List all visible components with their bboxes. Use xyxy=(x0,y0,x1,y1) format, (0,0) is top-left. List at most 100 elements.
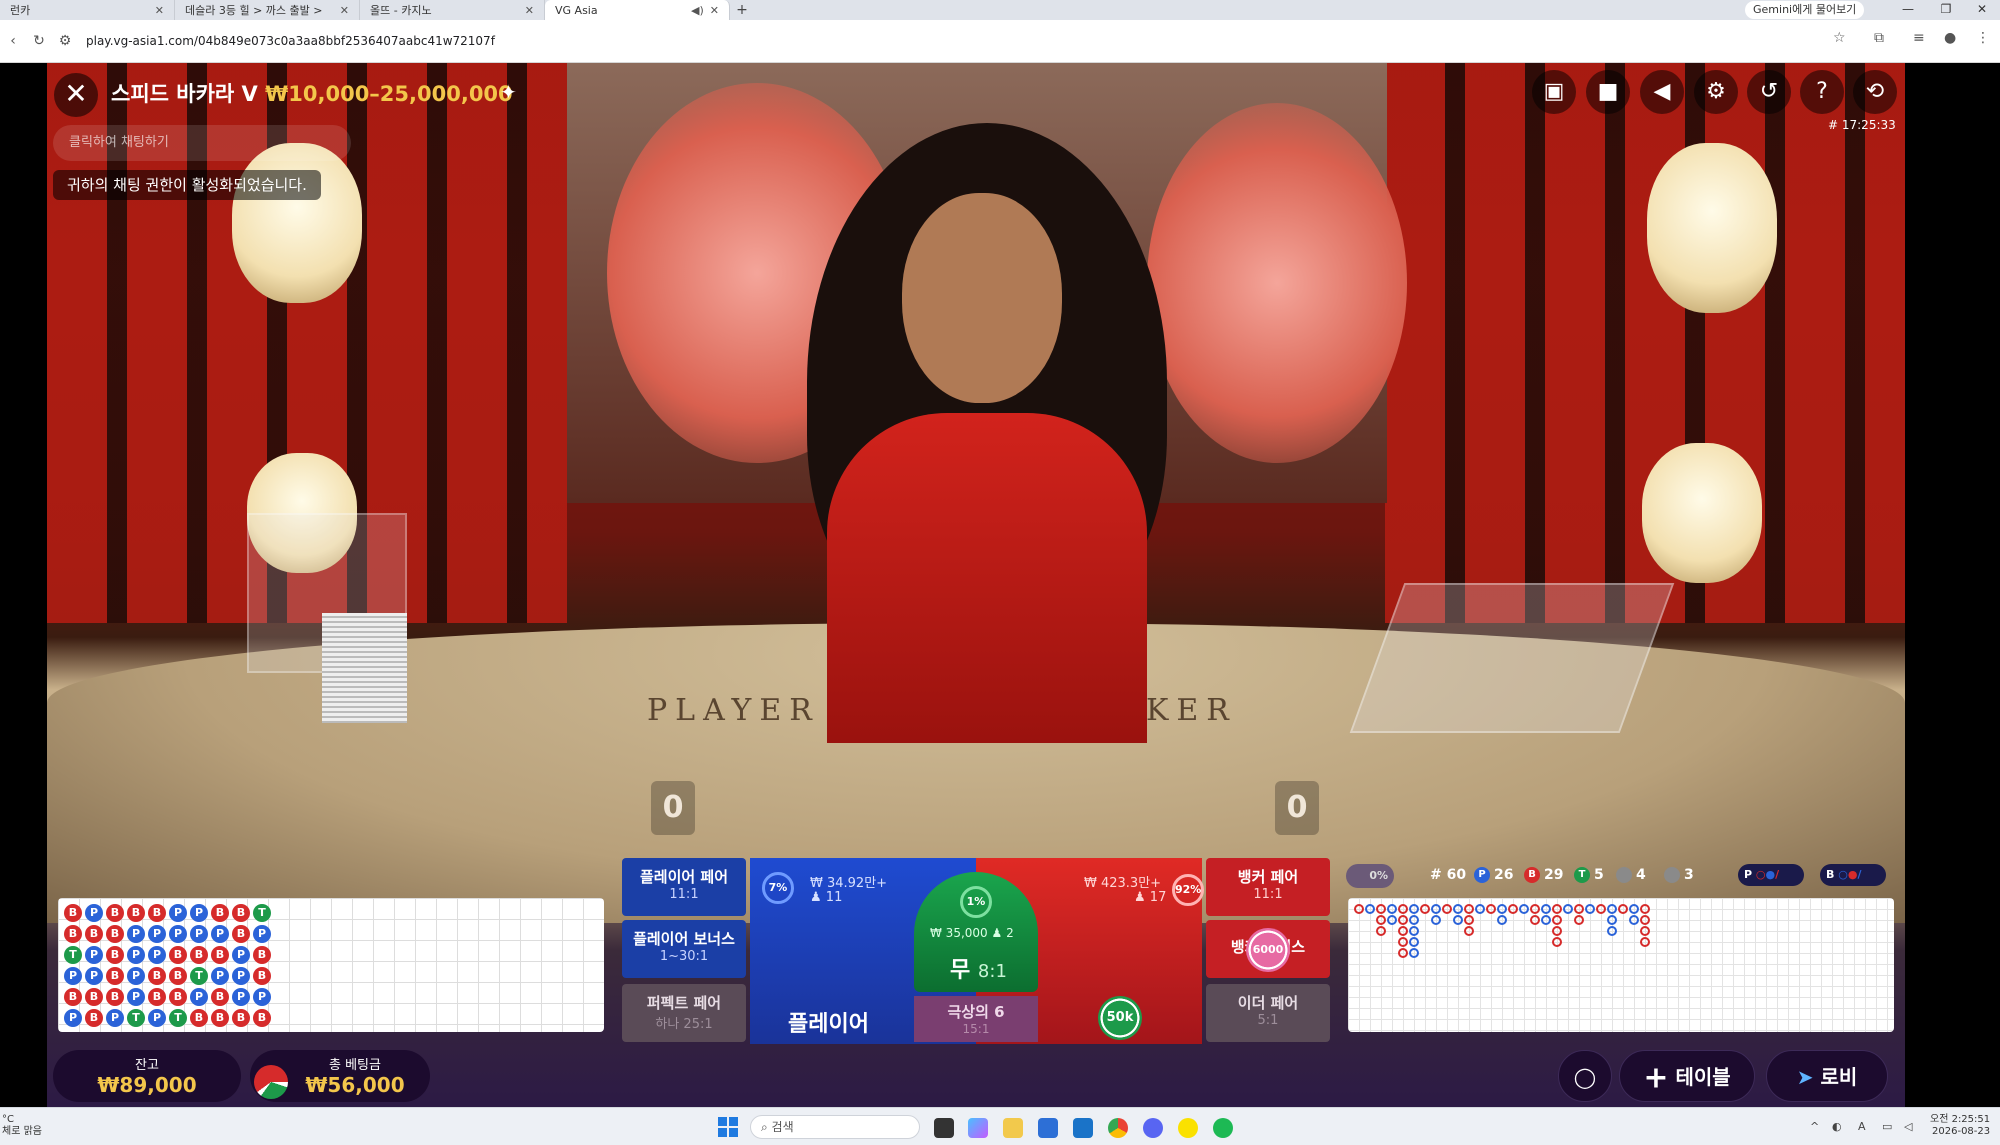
chat-input[interactable]: 클릭하여 채팅하기 xyxy=(53,125,351,161)
avatar[interactable]: ● xyxy=(1944,30,1956,46)
tab-1[interactable]: 런카 ✕ xyxy=(0,0,175,20)
chat-icon[interactable]: ▣ xyxy=(1532,70,1576,114)
file-explorer-icon[interactable] xyxy=(1003,1118,1023,1138)
either-pair-bet[interactable]: 이더 페어 5:1 xyxy=(1206,984,1330,1042)
chat-bubble-button[interactable]: ◯ xyxy=(1558,1050,1612,1102)
restore-icon[interactable]: ❐ xyxy=(1928,0,1964,20)
tab-3[interactable]: 올뜨 - 카지노 ✕ xyxy=(360,0,545,20)
clock[interactable]: 오전 2:25:51 2026-08-23 xyxy=(1930,1114,1990,1138)
close-icon[interactable]: ✕ xyxy=(340,4,349,17)
table-name: 스피드 바카라 V xyxy=(111,82,258,106)
exit-game-button[interactable]: ✕ xyxy=(54,73,98,117)
tab-2[interactable]: 데슬라 3등 힐 > 까스 출발 > ✕ xyxy=(175,0,360,20)
tie-count-value: 2 xyxy=(1006,926,1014,940)
menu-icon[interactable]: ⋮ xyxy=(1976,30,1990,46)
big-road-mark xyxy=(1552,937,1562,947)
big-road-mark xyxy=(1365,904,1375,914)
bead-b: B xyxy=(253,1009,271,1027)
copilot-icon[interactable] xyxy=(968,1118,988,1138)
settings-icon[interactable]: ⚙ xyxy=(1694,70,1738,114)
discord-icon[interactable] xyxy=(1143,1118,1163,1138)
close-icon[interactable]: ✕ xyxy=(525,4,534,17)
back-icon[interactable]: ‹ xyxy=(0,33,26,49)
window-close-icon[interactable]: ✕ xyxy=(1964,0,2000,20)
minimize-icon[interactable]: — xyxy=(1890,0,1926,20)
weather-widget[interactable]: °C 체로 맑음 xyxy=(2,1114,42,1138)
bead-p: P xyxy=(253,988,271,1006)
player-pair-bet[interactable]: 플레이어 페어 11:1 xyxy=(622,858,746,916)
big-road-mark xyxy=(1398,937,1408,947)
tray-chevron-icon[interactable]: ^ xyxy=(1810,1120,1819,1133)
tray-app-icon[interactable]: ◐ xyxy=(1832,1120,1842,1133)
bet-odds: 5:1 xyxy=(1257,1013,1279,1028)
bookmark-star-icon[interactable]: ☆ xyxy=(1833,30,1846,46)
ime-icon[interactable]: A xyxy=(1858,1120,1866,1133)
chrome-icon[interactable] xyxy=(1108,1118,1128,1138)
bead-b: B xyxy=(64,988,82,1006)
history-icon[interactable]: ↺ xyxy=(1747,70,1791,114)
big-road[interactable] xyxy=(1348,898,1894,1032)
task-view-icon[interactable] xyxy=(934,1118,954,1138)
close-icon[interactable]: ✕ xyxy=(155,4,164,17)
spotify-icon[interactable] xyxy=(1213,1118,1233,1138)
reload-icon[interactable]: ↻ xyxy=(26,33,52,49)
bead-p: P xyxy=(169,904,187,922)
bead-p: P xyxy=(85,946,103,964)
big-road-mark xyxy=(1409,904,1419,914)
kakaotalk-icon[interactable] xyxy=(1178,1118,1198,1138)
add-table-button[interactable]: + 테이블 xyxy=(1619,1050,1755,1102)
big-road-mark xyxy=(1607,904,1617,914)
new-tab-button[interactable]: + xyxy=(730,2,754,18)
big-road-mark xyxy=(1640,926,1650,936)
super-six-bet[interactable]: 극상의 6 15:1 xyxy=(914,996,1038,1042)
help-icon[interactable]: ? xyxy=(1800,70,1844,114)
bead-b: B xyxy=(232,925,250,943)
extensions-icon[interactable]: ⧉ xyxy=(1874,30,1884,46)
network-icon[interactable]: ▭ xyxy=(1882,1120,1892,1133)
perfect-pair-bet[interactable]: 퍼펙트 페어 하나 25:1 xyxy=(622,984,746,1042)
lobby-button[interactable]: ➤ 로비 xyxy=(1766,1050,1888,1102)
url-text[interactable]: play.vg-asia1.com/04b849e073c0a3aa8bbf25… xyxy=(86,34,495,48)
outlook-icon[interactable] xyxy=(1073,1118,1093,1138)
big-road-mark xyxy=(1464,904,1474,914)
banker-bonus-bet[interactable]: 뱅커 보너스 6000 xyxy=(1206,920,1330,978)
lobby-icon: ➤ xyxy=(1796,1065,1814,1089)
store-icon[interactable] xyxy=(1038,1118,1058,1138)
bead-b: B xyxy=(211,1009,229,1027)
tab-title: 데슬라 3등 힐 > 까스 출발 > xyxy=(185,4,323,17)
banker-amount: ₩ 423.3만+ xyxy=(1084,876,1162,891)
volume-icon[interactable]: ◀ xyxy=(1640,70,1684,114)
big-road-mark xyxy=(1541,904,1551,914)
taskbar-search[interactable]: ⌕ 검색 xyxy=(750,1115,920,1139)
bead-p: P xyxy=(190,925,208,943)
stats-toggle[interactable]: 0% xyxy=(1346,864,1394,888)
media-icon[interactable]: ≡ xyxy=(1913,30,1925,46)
gemini-button[interactable]: Gemini에게 물어보기 xyxy=(1745,1,1865,19)
banker-predict-button[interactable]: B ○●/ xyxy=(1820,864,1886,886)
bead-p: P xyxy=(148,925,166,943)
volume-tray-icon[interactable]: ◁ xyxy=(1904,1120,1912,1133)
bead-b: B xyxy=(106,904,124,922)
favorite-pin-icon[interactable]: ✦ xyxy=(500,80,517,104)
banker-pair-bet[interactable]: 뱅커 페어 11:1 xyxy=(1206,858,1330,916)
fullscreen-icon[interactable]: ⟲ xyxy=(1853,70,1897,114)
tie-bet[interactable]: 1% ₩ 35,000 ♟ 2 무 8:1 xyxy=(914,872,1038,992)
plus-icon: + xyxy=(1643,1060,1669,1096)
player-bonus-bet[interactable]: 플레이어 보너스 1~30:1 xyxy=(622,920,746,978)
tab-4[interactable]: VG Asia ◀) ✕ xyxy=(545,0,730,20)
predict-slash-icon: / xyxy=(1775,868,1780,881)
player-score: 0 xyxy=(651,781,695,835)
bead-road[interactable]: BPBBBPPBBTBBBPPPPPBPTPBPPBBBPBPPBPBBTPPB… xyxy=(58,898,604,1032)
video-icon[interactable]: ■ xyxy=(1586,70,1630,114)
windows-start-icon[interactable] xyxy=(718,1117,738,1137)
bead-b: B xyxy=(85,988,103,1006)
speaker-icon[interactable]: ◀) xyxy=(691,4,704,17)
site-info-icon[interactable]: ⚙ xyxy=(52,33,78,49)
player-predict-button[interactable]: P ○●/ xyxy=(1738,864,1804,886)
tie-amount: ₩ 35,000 ♟ 2 xyxy=(930,926,1014,940)
player-count: ♟ 11 xyxy=(810,890,843,905)
bead-b: B xyxy=(169,967,187,985)
card-stack xyxy=(322,613,407,723)
close-icon[interactable]: ✕ xyxy=(710,4,719,17)
search-label: 검색 xyxy=(771,1120,794,1134)
